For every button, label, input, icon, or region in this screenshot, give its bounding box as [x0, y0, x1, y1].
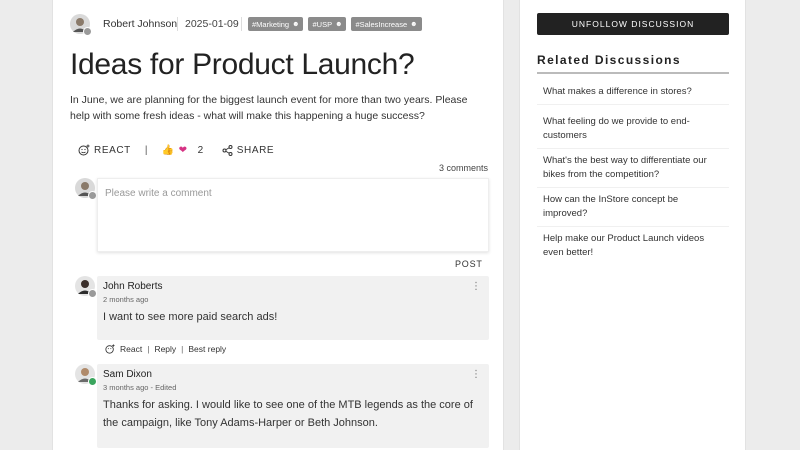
- comment-time: 3 months ago - Edited: [103, 383, 177, 392]
- post-actions: REACT | 👍 ❤ 2 SHARE: [78, 144, 274, 156]
- commenter-name[interactable]: John Roberts: [103, 281, 162, 292]
- more-vertical-icon[interactable]: ⋮: [471, 282, 481, 292]
- comment-actions: React | Reply | Best reply: [105, 344, 226, 354]
- commenter-name[interactable]: Sam Dixon: [103, 369, 152, 380]
- tag-marketing[interactable]: #Marketing ☻: [248, 17, 304, 31]
- divider: [241, 17, 242, 31]
- divider: |: [181, 344, 184, 354]
- comment-best-reply-link[interactable]: Best reply: [188, 344, 226, 354]
- status-indicator: [88, 289, 97, 298]
- status-indicator: [83, 27, 92, 36]
- related-discussion-link[interactable]: Help make our Product Launch videos even…: [537, 227, 729, 265]
- divider: |: [144, 144, 148, 156]
- tag-list: #Marketing ☻ #USP ☻ #SalesIncrease ☻: [248, 17, 422, 31]
- divider: |: [147, 344, 150, 354]
- comment-item: John Roberts 2 months ago ⋮ I want to se…: [97, 276, 489, 340]
- discussion-panel: Robert Johnson 2025-01-09 #Marketing ☻ #U…: [52, 0, 504, 450]
- post-comment-button[interactable]: POST: [455, 259, 483, 269]
- author-avatar[interactable]: [70, 14, 92, 36]
- comment-input[interactable]: [105, 188, 485, 199]
- user-icon: ☻: [335, 20, 343, 28]
- smile-plus-icon: [78, 144, 90, 156]
- related-discussion-link[interactable]: What makes a difference in stores?: [537, 80, 729, 105]
- comment-react-link[interactable]: React: [120, 344, 142, 354]
- user-icon: ☻: [410, 20, 418, 28]
- comment-item: Sam Dixon 3 months ago - Edited ⋮ Thanks…: [97, 364, 489, 448]
- related-discussion-link[interactable]: What's the best way to differentiate our…: [537, 149, 729, 188]
- comment-count: 3 comments: [438, 163, 488, 173]
- divider: [177, 17, 178, 31]
- comment-composer[interactable]: [97, 178, 489, 252]
- comment-time: 2 months ago: [103, 295, 149, 304]
- share-button[interactable]: SHARE: [222, 144, 274, 156]
- thumbs-up-icon: 👍: [161, 144, 175, 156]
- share-icon: [222, 144, 233, 156]
- user-icon: ☻: [292, 20, 300, 28]
- related-discussions-list: What makes a difference in stores? What …: [537, 80, 729, 265]
- reaction-summary[interactable]: 👍 ❤ 2: [162, 145, 204, 156]
- related-discussion-link[interactable]: What feeling do we provide to end-custom…: [537, 105, 729, 149]
- smile-plus-icon: [105, 344, 115, 354]
- related-discussions-heading: Related Discussions: [537, 53, 681, 67]
- related-discussion-link[interactable]: How can the InStore concept be improved?: [537, 188, 729, 227]
- heart-icon: ❤: [178, 144, 188, 156]
- more-vertical-icon[interactable]: ⋮: [471, 370, 481, 380]
- tag-salesincrease[interactable]: #SalesIncrease ☻: [351, 17, 422, 31]
- comment-reply-link[interactable]: Reply: [154, 344, 176, 354]
- unfollow-discussion-button[interactable]: UNFOLLOW DISCUSSION: [537, 13, 729, 35]
- post-date: 2025-01-09: [185, 18, 239, 30]
- comment-text: Thanks for asking. I would like to see o…: [103, 399, 473, 429]
- tag-usp[interactable]: #USP ☻: [308, 17, 347, 31]
- status-indicator: [88, 191, 97, 200]
- divider: [537, 72, 729, 74]
- react-button[interactable]: REACT: [78, 144, 131, 156]
- status-indicator: [88, 377, 97, 386]
- commenter-avatar[interactable]: [75, 276, 97, 298]
- comment-text: I want to see more paid search ads!: [103, 311, 278, 323]
- sidebar: UNFOLLOW DISCUSSION Related Discussions …: [519, 0, 746, 450]
- post-title: Ideas for Product Launch?: [70, 48, 415, 81]
- current-user-avatar: [75, 178, 97, 200]
- post-body: In June, we are planning for the biggest…: [70, 94, 468, 122]
- author-name[interactable]: Robert Johnson: [103, 18, 177, 30]
- commenter-avatar[interactable]: [75, 364, 97, 386]
